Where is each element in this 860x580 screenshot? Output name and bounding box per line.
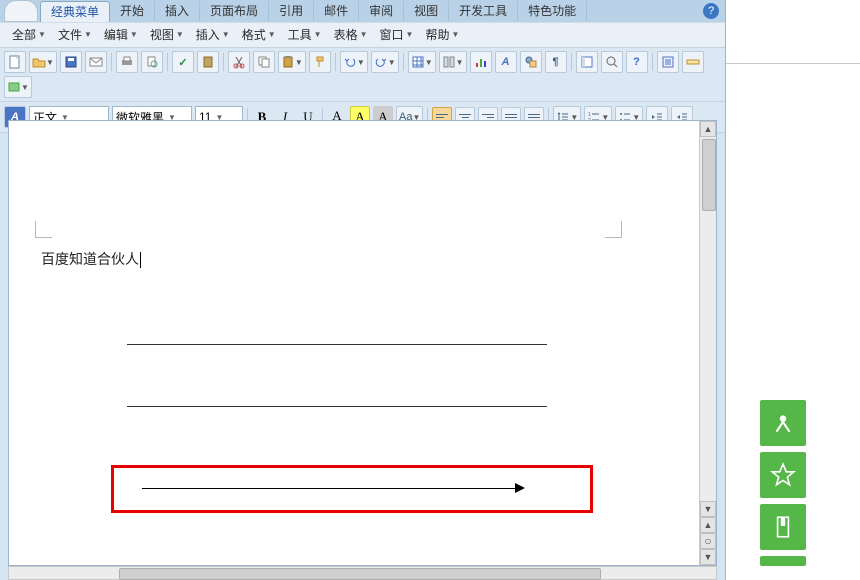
floating-action-buttons: [760, 400, 806, 566]
research-icon[interactable]: [197, 51, 219, 73]
mail-icon[interactable]: [85, 51, 107, 73]
standard-toolbar: ▼ ✓ ▼ ▼ ▼ ▼ ▼ A ¶ ? ▼: [0, 48, 725, 102]
copy-icon[interactable]: [253, 51, 275, 73]
tab-insert[interactable]: 插入: [155, 1, 200, 21]
wordart-icon[interactable]: A: [495, 51, 517, 73]
tab-mailings[interactable]: 邮件: [314, 1, 359, 21]
new-doc-icon[interactable]: [4, 51, 26, 73]
vscroll-thumb[interactable]: [702, 139, 716, 211]
show-marks-icon[interactable]: ¶: [545, 51, 567, 73]
next-page-icon[interactable]: ▼: [700, 549, 716, 565]
menu-tools[interactable]: 工具▼: [282, 25, 328, 45]
tab-developer[interactable]: 开发工具: [449, 1, 518, 21]
classic-menu-bar: 全部▼ 文件▼ 编辑▼ 视图▼ 插入▼ 格式▼ 工具▼ 表格▼ 窗口▼ 帮助▼: [0, 22, 725, 48]
hscroll-thumb[interactable]: [119, 568, 601, 580]
horizontal-line-1[interactable]: [127, 344, 547, 345]
share-button[interactable]: [760, 400, 806, 446]
tab-special[interactable]: 特色功能: [518, 1, 587, 21]
vertical-scrollbar[interactable]: ▲ ▼ ▲ ○ ▼: [699, 121, 716, 565]
menu-table[interactable]: 表格▼: [328, 25, 374, 45]
tab-classic-menu[interactable]: 经典菜单: [40, 1, 110, 22]
app-logo[interactable]: [4, 0, 38, 22]
more-button[interactable]: [760, 556, 806, 566]
text-cursor: [140, 252, 141, 268]
navpane-icon[interactable]: [657, 51, 679, 73]
undo-icon[interactable]: ▼: [340, 51, 368, 73]
menu-file[interactable]: 文件▼: [52, 25, 98, 45]
insert-table-icon[interactable]: ▼: [408, 51, 436, 73]
paste-icon[interactable]: ▼: [278, 51, 306, 73]
columns-icon[interactable]: ▼: [439, 51, 467, 73]
document-workspace: ▲ ▼ ▲ ○ ▼ 百度知道合伙人: [8, 120, 717, 566]
tab-page-layout[interactable]: 页面布局: [200, 1, 269, 21]
tab-view[interactable]: 视图: [404, 1, 449, 21]
menu-format[interactable]: 格式▼: [236, 25, 282, 45]
redo-icon[interactable]: ▼: [371, 51, 399, 73]
menu-view[interactable]: 视图▼: [144, 25, 190, 45]
tab-home[interactable]: 开始: [110, 1, 155, 21]
format-painter-icon[interactable]: [309, 51, 331, 73]
document-page[interactable]: 百度知道合伙人: [17, 139, 693, 565]
bookmark-button[interactable]: [760, 504, 806, 550]
menu-window[interactable]: 窗口▼: [374, 25, 420, 45]
tab-references[interactable]: 引用: [269, 1, 314, 21]
print-icon[interactable]: [116, 51, 138, 73]
margin-corner-tr: [605, 221, 622, 238]
save-icon[interactable]: [60, 51, 82, 73]
favorite-button[interactable]: [760, 452, 806, 498]
arrow-shape-line[interactable]: [142, 488, 517, 489]
browse-object-icon[interactable]: ○: [700, 533, 716, 549]
margin-corner-tl: [35, 221, 52, 238]
menu-insert[interactable]: 插入▼: [190, 25, 236, 45]
cut-icon[interactable]: [228, 51, 250, 73]
menu-help[interactable]: 帮助▼: [419, 25, 465, 45]
open-icon[interactable]: ▼: [29, 51, 57, 73]
drawing-icon[interactable]: [520, 51, 542, 73]
menu-edit[interactable]: 编辑▼: [98, 25, 144, 45]
menu-all[interactable]: 全部▼: [6, 25, 52, 45]
screenclip-icon[interactable]: ▼: [4, 76, 32, 98]
chart-icon[interactable]: [470, 51, 492, 73]
help-icon[interactable]: ?: [703, 3, 719, 19]
print-preview-icon[interactable]: [141, 51, 163, 73]
document-text[interactable]: 百度知道合伙人: [41, 249, 141, 269]
horizontal-scrollbar[interactable]: [8, 566, 717, 580]
spellcheck-icon[interactable]: ✓: [172, 51, 194, 73]
horizontal-line-2[interactable]: [127, 406, 547, 407]
prev-page-icon[interactable]: ▲: [700, 517, 716, 533]
tab-review[interactable]: 审阅: [359, 1, 404, 21]
scroll-down-icon[interactable]: ▼: [700, 501, 716, 517]
help2-icon[interactable]: ?: [626, 51, 648, 73]
ruler-icon[interactable]: [682, 51, 704, 73]
ribbon-tabstrip: 经典菜单 开始 插入 页面布局 引用 邮件 审阅 视图 开发工具 特色功能 ?: [0, 0, 725, 22]
doc-map-icon[interactable]: [576, 51, 598, 73]
zoom-icon[interactable]: [601, 51, 623, 73]
scroll-up-icon[interactable]: ▲: [700, 121, 716, 137]
arrow-shape-head: [515, 483, 525, 493]
